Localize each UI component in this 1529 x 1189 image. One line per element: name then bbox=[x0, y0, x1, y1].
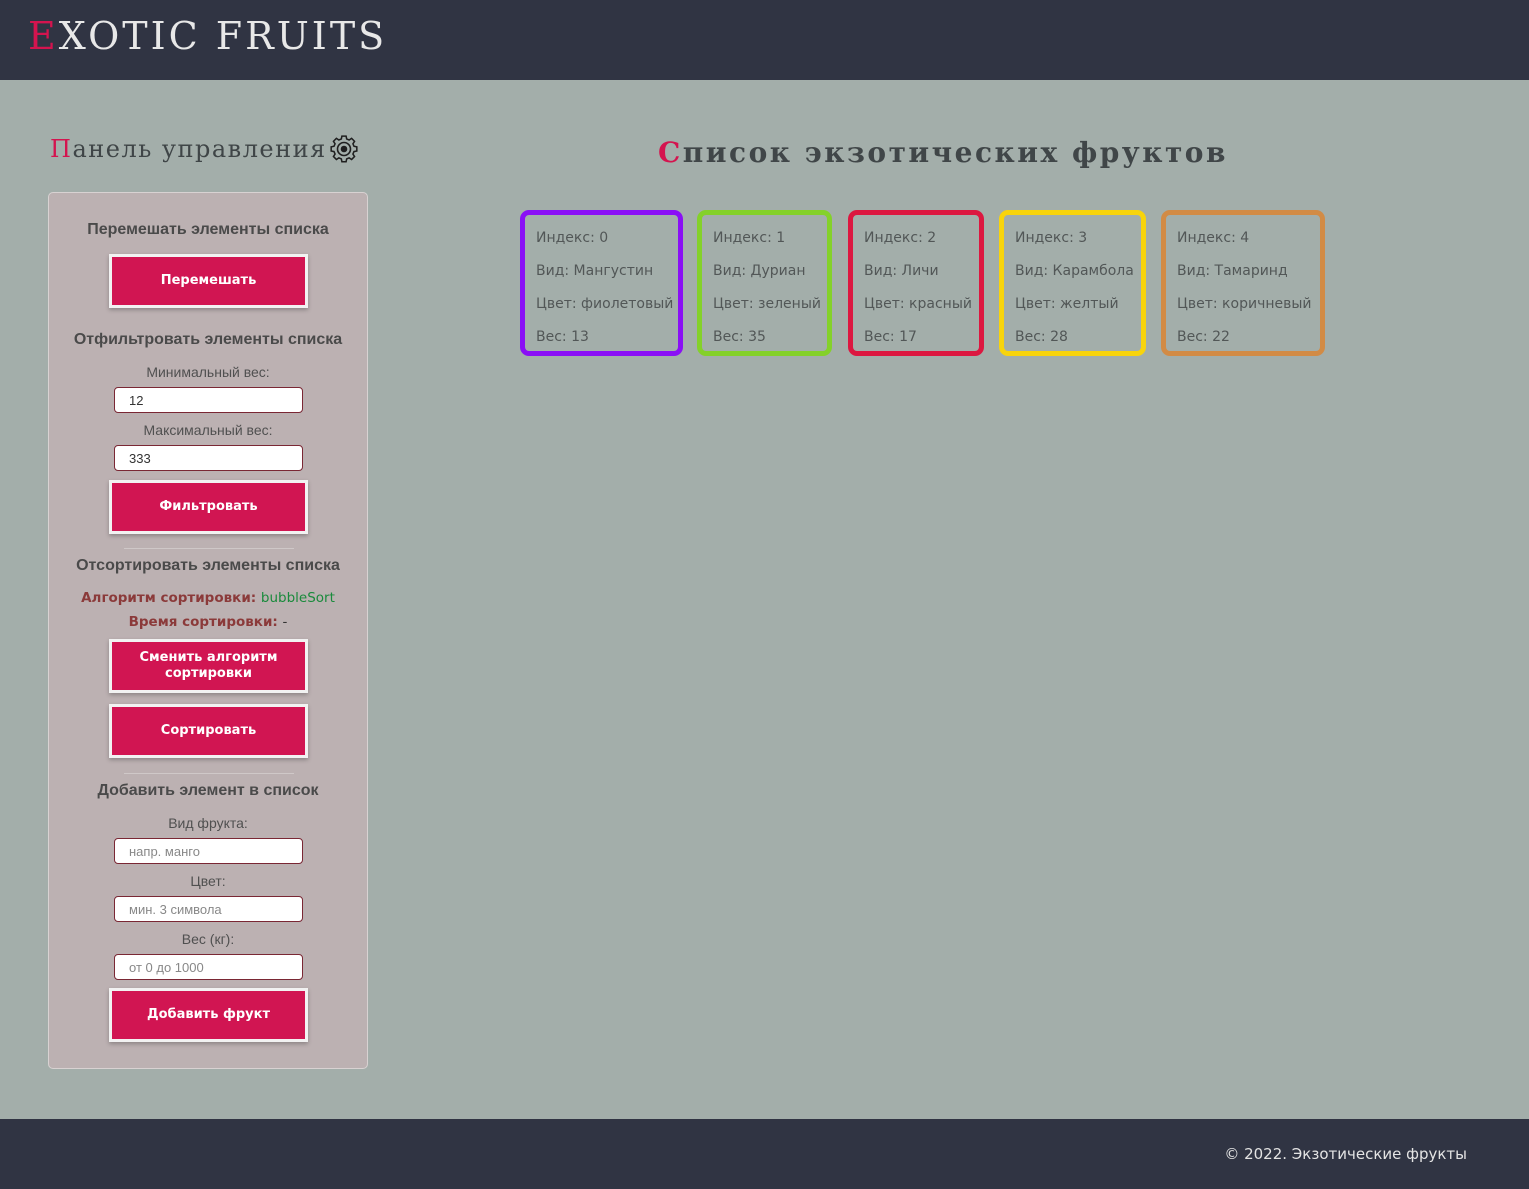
fruit-index: Индекс: 0 bbox=[536, 230, 609, 246]
sort-algorithm-row: Алгоритм сортировки: bubbleSort bbox=[49, 590, 367, 606]
sort-time-label: Время сортировки: bbox=[128, 614, 278, 630]
title-first-letter: П bbox=[50, 135, 73, 163]
sort-time-value: - bbox=[282, 614, 288, 630]
add-fruit-button[interactable]: Добавить фрукт bbox=[109, 988, 308, 1042]
filter-heading: Отфильтровать элементы списка bbox=[73, 331, 343, 348]
fruit-kind-input[interactable] bbox=[114, 838, 303, 864]
fruit-kind: Вид: Дуриан bbox=[713, 263, 806, 279]
fruit-index: Индекс: 3 bbox=[1015, 230, 1088, 246]
fruit-weight-input[interactable] bbox=[114, 954, 303, 980]
fruit-kind-label: Вид фрукта: bbox=[168, 815, 248, 831]
logo-first-letter: E bbox=[28, 14, 59, 58]
site-header: EXOTIC FRUITS bbox=[0, 0, 1529, 80]
control-panel-title: Панель управления bbox=[50, 132, 327, 166]
sort-heading: Отсортировать элементы списка bbox=[76, 557, 340, 574]
fruit-card: Индекс: 0 Вид: Мангустин Цвет: фиолетовый В… bbox=[520, 210, 683, 356]
fruit-index: Индекс: 2 bbox=[864, 230, 937, 246]
fruit-index: Индекс: 4 bbox=[1177, 230, 1250, 246]
sort-button[interactable]: Сортировать bbox=[109, 704, 308, 758]
filter-button[interactable]: Фильтровать bbox=[109, 480, 308, 534]
fruit-kind: Вид: Личи bbox=[864, 263, 939, 279]
fruit-color: Цвет: красный bbox=[864, 296, 972, 312]
fruit-color: Цвет: коричневый bbox=[1177, 296, 1312, 312]
fruit-card: Индекс: 1 Вид: Дуриан Цвет: зеленый Вес: 35 bbox=[697, 210, 832, 356]
fruit-card: Индекс: 3 Вид: Карамбола Цвет: желтый Вес: … bbox=[999, 210, 1146, 356]
fruit-kind: Вид: Карамбола bbox=[1015, 263, 1134, 279]
min-weight-label: Минимальный вес: bbox=[146, 364, 270, 380]
fruit-weight: Вес: 22 bbox=[1177, 329, 1230, 345]
title-first-letter: С bbox=[658, 136, 683, 169]
add-heading: Добавить элемент в список bbox=[97, 782, 319, 799]
fruit-weight: Вес: 28 bbox=[1015, 329, 1068, 345]
fruit-kind: Вид: Тамаринд bbox=[1177, 263, 1288, 279]
fruit-index: Индекс: 1 bbox=[713, 230, 786, 246]
copyright: © 2022. Экзотические фрукты bbox=[1224, 1145, 1467, 1163]
fruit-weight: Вес: 35 bbox=[713, 329, 766, 345]
fruit-color-label: Цвет: bbox=[190, 873, 226, 889]
fruit-weight-label: Вес (кг): bbox=[181, 931, 235, 947]
shuffle-heading: Перемешать элементы списка bbox=[87, 221, 329, 238]
fruit-list-title: Список экзотических фруктов bbox=[658, 133, 1228, 173]
fruit-card: Индекс: 4 Вид: Тамаринд Цвет: коричневый Ве… bbox=[1161, 210, 1325, 356]
fruit-color-input[interactable] bbox=[114, 896, 303, 922]
min-weight-input[interactable] bbox=[114, 387, 303, 413]
sort-algorithm-value: bubbleSort bbox=[260, 590, 335, 606]
divider bbox=[124, 773, 294, 774]
sort-algorithm-label: Алгоритм сортировки: bbox=[81, 590, 257, 606]
fruit-card: Индекс: 2 Вид: Личи Цвет: красный Вес: 17 bbox=[848, 210, 984, 356]
fruit-weight: Вес: 17 bbox=[864, 329, 917, 345]
max-weight-label: Максимальный вес: bbox=[143, 422, 273, 438]
sort-time-row: Время сортировки: - bbox=[49, 614, 367, 630]
title-rest: писок экзотических фруктов bbox=[682, 136, 1228, 169]
fruit-color: Цвет: фиолетовый bbox=[536, 296, 674, 312]
control-panel: Перемешать элементы списка Перемешать От… bbox=[48, 192, 368, 1069]
fruit-color: Цвет: зеленый bbox=[713, 296, 821, 312]
divider bbox=[124, 548, 294, 549]
fruit-kind: Вид: Мангустин bbox=[536, 263, 654, 279]
title-rest: анель управления bbox=[72, 135, 327, 163]
change-sort-algorithm-button[interactable]: Сменить алгоритм сортировки bbox=[109, 639, 308, 693]
shuffle-button[interactable]: Перемешать bbox=[109, 254, 308, 308]
site-footer: © 2022. Экзотические фрукты bbox=[0, 1119, 1529, 1189]
logo-rest: XOTIC FRUITS bbox=[58, 14, 388, 58]
site-logo: EXOTIC FRUITS bbox=[28, 14, 387, 58]
fruit-color: Цвет: желтый bbox=[1015, 296, 1119, 312]
gear-icon[interactable] bbox=[329, 134, 359, 164]
max-weight-input[interactable] bbox=[114, 445, 303, 471]
fruit-weight: Вес: 13 bbox=[536, 329, 589, 345]
